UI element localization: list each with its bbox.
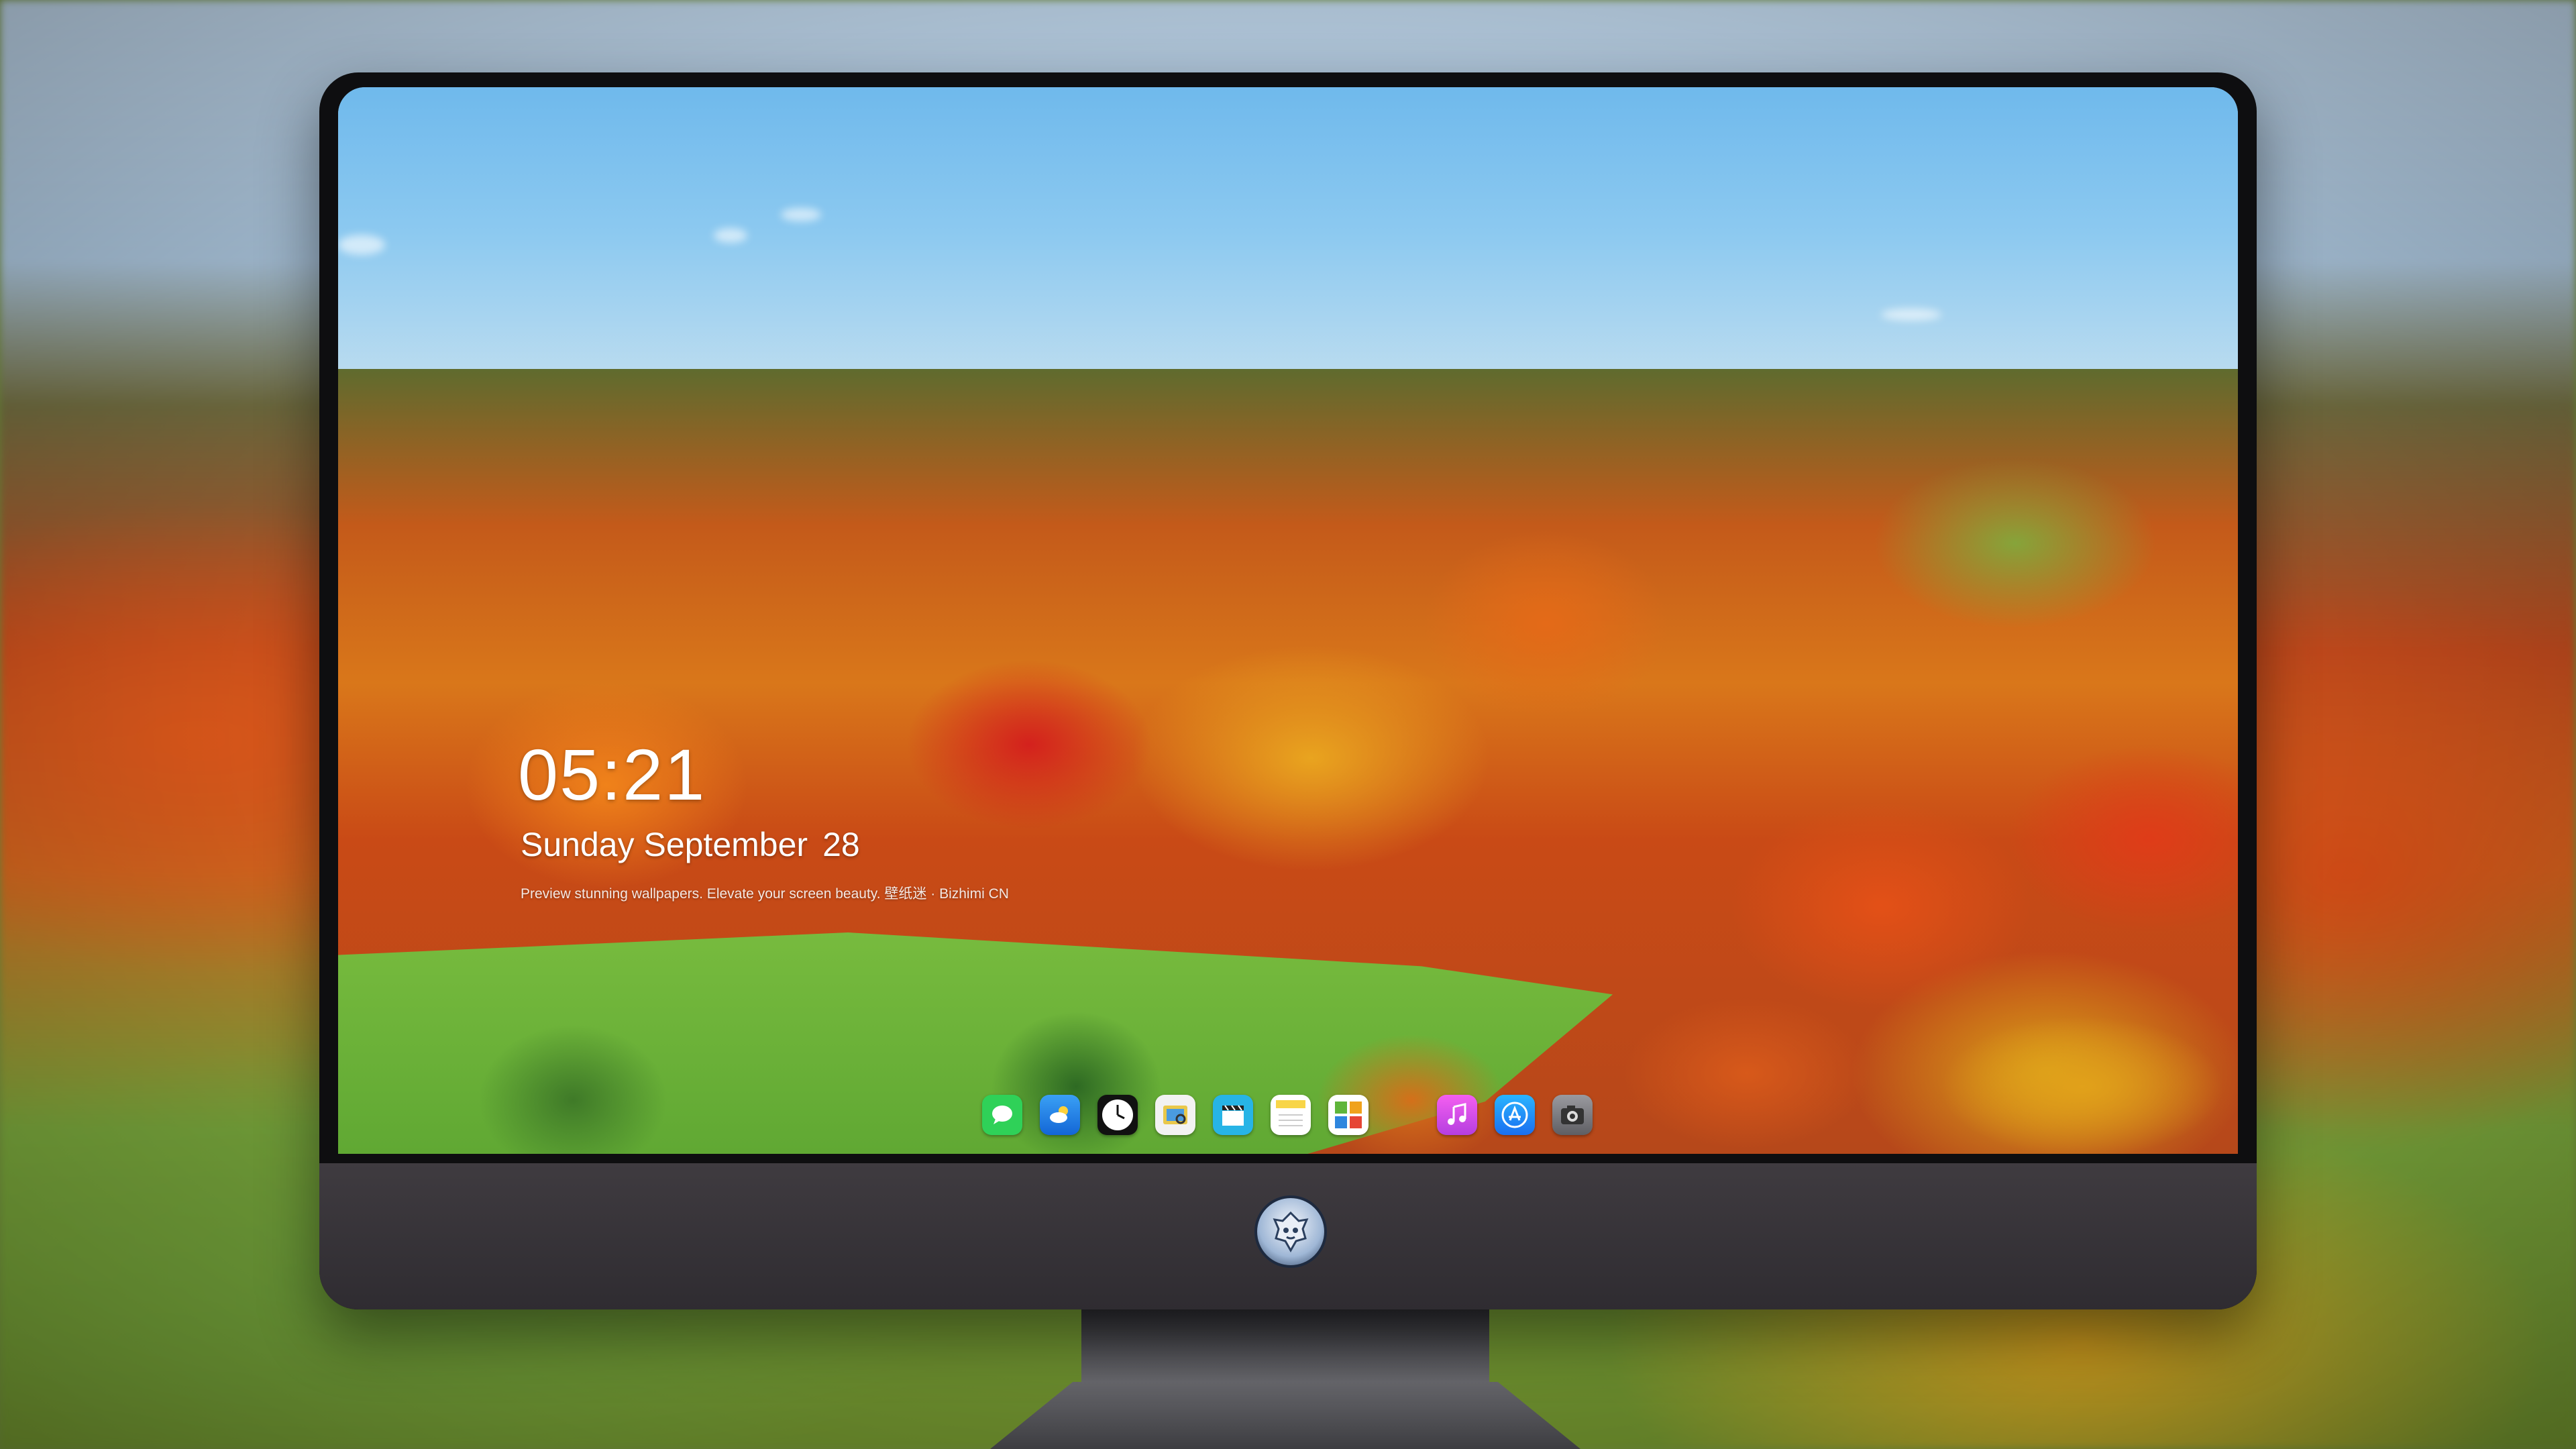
clock-app[interactable] (1097, 1095, 1138, 1135)
app-store-icon (1501, 1102, 1528, 1128)
photo-booth-app[interactable] (1328, 1095, 1368, 1135)
lock-screen-time: 05:21 (518, 734, 706, 815)
music-note-icon (1448, 1103, 1466, 1125)
notes-app[interactable] (1271, 1095, 1311, 1135)
messages-app[interactable] (982, 1095, 1022, 1135)
music-app[interactable] (1437, 1095, 1477, 1135)
weather-app[interactable] (1040, 1095, 1080, 1135)
date-day: 28 (822, 826, 860, 863)
photos-icon (1335, 1102, 1362, 1128)
monitor-stand-neck (1081, 1308, 1489, 1389)
sky (338, 87, 2238, 409)
camera-icon (1561, 1106, 1584, 1124)
dock (982, 1087, 1593, 1143)
clock-icon (1102, 1099, 1133, 1130)
cloud-sun-icon (1050, 1106, 1068, 1123)
date-weekday-month: Sunday September (521, 826, 808, 863)
preview-icon (1163, 1106, 1187, 1124)
preview-app[interactable] (1155, 1095, 1195, 1135)
message-bubble-icon (992, 1106, 1012, 1124)
dragon-mascot-icon (1254, 1195, 1327, 1268)
wallpaper-tagline: Preview stunning wallpapers. Elevate you… (521, 886, 1009, 902)
clapperboard-icon (1222, 1105, 1244, 1126)
lock-screen-date: Sunday September 28 (521, 825, 860, 864)
monitor-stand-base (990, 1382, 1580, 1449)
monitor-screen: 05:21 Sunday September 28 Preview stunnin… (338, 87, 2238, 1154)
camera-app[interactable] (1552, 1095, 1593, 1135)
notes-icon (1276, 1100, 1305, 1126)
clips-app[interactable] (1213, 1095, 1253, 1135)
monitor-chin (319, 1163, 2257, 1309)
app-store-app[interactable] (1495, 1095, 1535, 1135)
